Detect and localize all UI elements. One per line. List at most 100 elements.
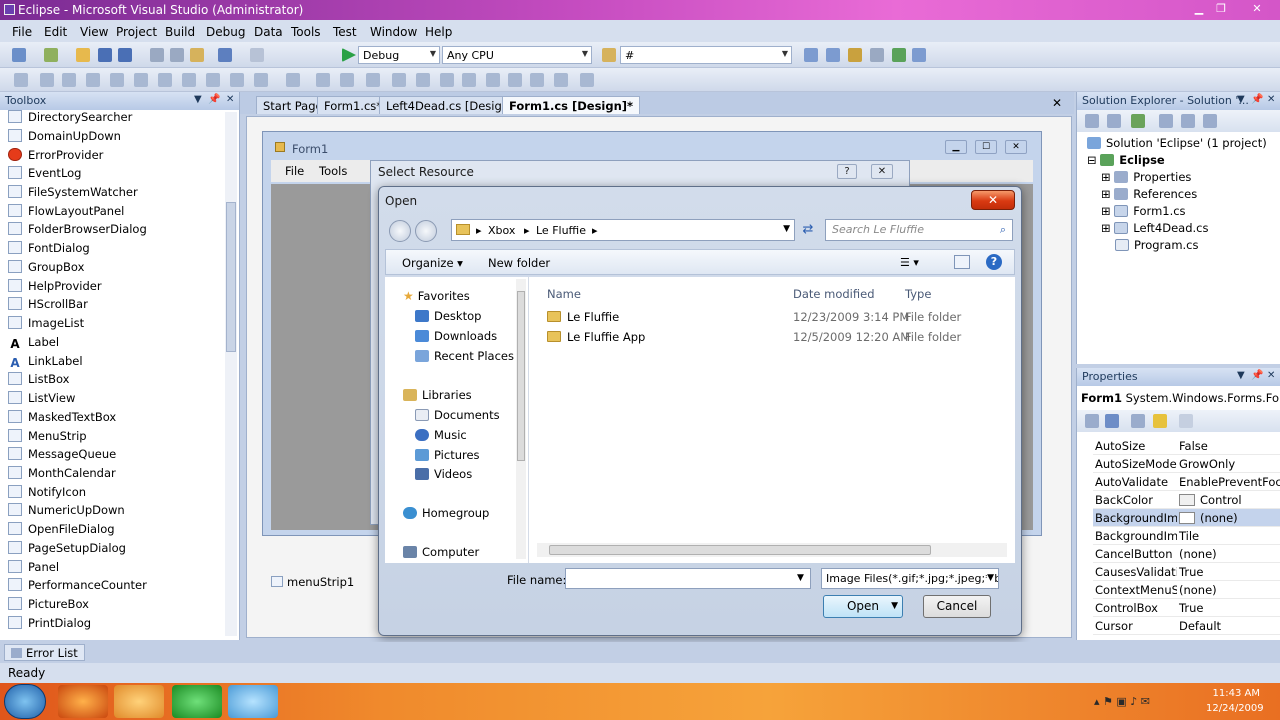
property-row[interactable]: ControlBox True [1093, 599, 1280, 617]
properties-window-icon[interactable] [826, 48, 840, 62]
breadcrumb-xbox[interactable]: Xbox [488, 224, 515, 237]
solution-explorer-icon[interactable] [804, 48, 818, 62]
cancel-button[interactable]: Cancel [923, 595, 991, 618]
layout-more-icon[interactable] [580, 73, 594, 87]
preview-pane-icon[interactable] [954, 255, 970, 269]
toolbox-item[interactable]: FileSystemWatcher [8, 185, 138, 203]
column-type[interactable]: Type [905, 287, 931, 301]
v-spacing-increase-icon[interactable] [392, 73, 406, 87]
object-browser-icon[interactable] [848, 48, 862, 62]
menu-debug[interactable]: Debug [206, 25, 245, 39]
file-name-input[interactable] [565, 568, 811, 589]
column-name[interactable]: Name [547, 287, 581, 301]
property-row[interactable]: CausesValidatio True [1093, 563, 1280, 581]
align-left-icon[interactable] [14, 73, 28, 87]
toolbox-scrollbar[interactable] [225, 112, 237, 636]
toolbox-item[interactable]: HelpProvider [8, 279, 102, 297]
breadcrumb-le-fluffie[interactable]: Le Fluffie [536, 224, 586, 237]
nav-computer[interactable]: Computer [403, 545, 479, 559]
toolbox-item[interactable]: NotifyIcon [8, 485, 86, 503]
nav-libraries[interactable]: Libraries [403, 388, 472, 402]
file-name-dropdown-icon[interactable]: ▼ [797, 573, 804, 583]
property-row[interactable]: BackColor Control [1093, 491, 1280, 509]
align-bottom-icon[interactable] [134, 73, 148, 87]
toolbox-item[interactable]: DirectorySearcher [8, 110, 132, 128]
find-in-files-icon[interactable] [602, 48, 616, 62]
center-vertically-icon[interactable] [462, 73, 476, 87]
xbox-tool-taskbar-icon[interactable] [172, 685, 222, 718]
open-dialog-close-button[interactable]: ✕ [971, 190, 1015, 210]
close-icon[interactable]: ✕ [1267, 94, 1275, 105]
toolbox-item[interactable]: FontDialog [8, 241, 90, 259]
nav-videos[interactable]: Videos [415, 467, 472, 481]
same-width-icon[interactable] [182, 73, 196, 87]
toolbox-item[interactable]: MessageQueue [8, 447, 116, 465]
back-icon[interactable] [389, 220, 411, 242]
tree-node-references[interactable]: ⊞ References [1101, 187, 1197, 201]
tree-node-properties[interactable]: ⊞ Properties [1101, 170, 1191, 184]
v-spacing-equal-icon[interactable] [366, 73, 380, 87]
toolbox-item[interactable]: HScrollBar [8, 297, 88, 315]
h-spacing-equal-icon[interactable] [286, 73, 300, 87]
toolbox-item[interactable]: A LinkLabel [8, 354, 82, 372]
new-folder-button[interactable]: New folder [488, 256, 550, 270]
class-diagram-icon[interactable] [1203, 114, 1217, 128]
size-to-grid-icon[interactable] [254, 73, 268, 87]
property-row[interactable]: AutoSize False [1093, 437, 1280, 455]
dropdown-icon[interactable]: ▼ [1237, 94, 1245, 105]
properties-icon[interactable] [1085, 114, 1099, 128]
nav-pictures[interactable]: Pictures [415, 448, 480, 462]
copy-icon[interactable] [170, 48, 184, 62]
nav-downloads[interactable]: Downloads [415, 329, 497, 343]
toolbox-item[interactable]: Panel [8, 560, 59, 578]
categorized-icon[interactable] [1085, 414, 1099, 428]
save-all-icon[interactable] [118, 48, 132, 62]
address-dropdown-icon[interactable]: ▼ [783, 224, 790, 234]
firefox-taskbar-icon[interactable] [58, 685, 108, 718]
menu-data[interactable]: Data [254, 25, 283, 39]
tray-icons[interactable]: ▴ ⚑ ▣ ♪ ✉ [1094, 695, 1150, 708]
align-top-icon[interactable] [86, 73, 100, 87]
file-list-hscrollbar[interactable] [537, 543, 1007, 557]
pin-icon[interactable]: 📌 [1251, 94, 1263, 105]
events-icon[interactable] [1153, 414, 1167, 428]
menu-tools[interactable]: Tools [291, 25, 321, 39]
view-code-icon[interactable] [1159, 114, 1173, 128]
toolbox-item[interactable]: FolderBrowserDialog [8, 222, 147, 240]
pin-icon[interactable]: 📌 [1251, 370, 1263, 381]
address-bar[interactable]: ▸ Xbox ▸ Le Fluffie ▸ ▼ [451, 219, 795, 241]
align-right-icon[interactable] [62, 73, 76, 87]
open-file-icon[interactable] [76, 48, 90, 62]
toolbox-item[interactable]: PictureBox [8, 597, 89, 615]
clock-date[interactable]: 12/24/2009 [1206, 703, 1264, 714]
property-row[interactable]: AutoSizeMode GrowOnly [1093, 455, 1280, 473]
toolbox-item[interactable]: MenuStrip [8, 429, 87, 447]
lock-controls-icon[interactable] [554, 73, 568, 87]
organize-button[interactable]: Organize ▾ [402, 256, 463, 270]
nav-documents[interactable]: Documents [415, 408, 500, 422]
view-designer-icon[interactable] [1181, 114, 1195, 128]
maximize-button[interactable]: ❐ [1210, 1, 1232, 17]
toolbox-item[interactable]: ImageList [8, 316, 84, 334]
file-type-filter[interactable]: Image Files(*.gif;*.jpg;*.jpeg;*.b ▼ [821, 568, 999, 589]
dropdown-icon[interactable]: ▼ [1237, 370, 1245, 381]
toolbox-item[interactable]: A Label [8, 335, 59, 353]
show-all-files-icon[interactable] [1107, 114, 1121, 128]
clock-time[interactable]: 11:43 AM [1210, 688, 1260, 699]
add-item-icon[interactable] [44, 48, 58, 62]
solution-config-combo[interactable]: Debug ▼ [358, 46, 440, 64]
solution-node[interactable]: Solution 'Eclipse' (1 project) [1087, 136, 1267, 150]
dropdown-icon[interactable]: ▼ [194, 94, 202, 105]
h-spacing-increase-icon[interactable] [316, 73, 330, 87]
same-height-icon[interactable] [206, 73, 220, 87]
menu-build[interactable]: Build [165, 25, 195, 39]
object-selector[interactable]: Form1 System.Windows.Forms.Form [1077, 388, 1280, 408]
menu-edit[interactable]: Edit [44, 25, 67, 39]
toolbox-item[interactable]: ListView [8, 391, 75, 409]
column-date-modified[interactable]: Date modified [793, 287, 875, 301]
menu-file[interactable]: File [12, 25, 32, 39]
close-icon[interactable]: ✕ [226, 94, 234, 105]
nav-desktop[interactable]: Desktop [415, 309, 481, 323]
toolbox-item[interactable]: GroupBox [8, 260, 84, 278]
close-window-button[interactable]: ✕ [1246, 1, 1268, 17]
